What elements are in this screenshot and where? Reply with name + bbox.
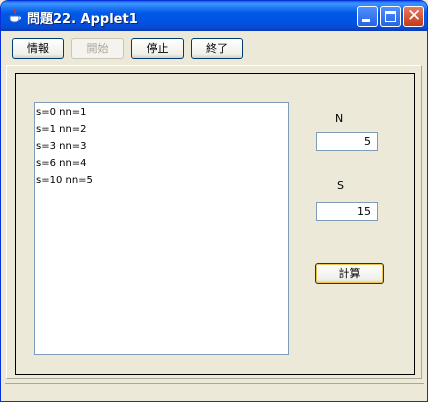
window-title: 問題22. Applet1 — [27, 12, 138, 27]
close-icon: ✕ — [407, 6, 422, 26]
stop-button[interactable]: 停止 — [131, 38, 184, 59]
start-button: 開始 — [71, 38, 124, 59]
output-line: s=6 nn=4 — [36, 158, 87, 169]
s-label: S — [337, 179, 344, 192]
maximize-button[interactable] — [380, 6, 401, 27]
maximize-icon — [385, 11, 396, 22]
output-line: s=0 nn=1 — [36, 107, 87, 118]
minimize-button[interactable] — [357, 6, 378, 27]
exit-button[interactable]: 終了 — [191, 38, 243, 59]
title-bar[interactable]: 問題22. Applet1 ✕ — [1, 1, 427, 31]
n-label: N — [335, 112, 344, 125]
close-button[interactable]: ✕ — [403, 6, 424, 27]
minimize-icon — [362, 19, 370, 22]
output-line: s=10 nn=5 — [36, 175, 93, 186]
s-output-field[interactable]: 15 — [316, 202, 378, 221]
n-input[interactable]: 5 — [316, 132, 378, 151]
output-textarea[interactable]: s=0 nn=1 s=1 nn=2 s=3 nn=3 s=6 nn=4 s=10… — [34, 102, 289, 355]
java-cup-icon — [9, 8, 21, 23]
output-line: s=3 nn=3 — [36, 141, 87, 152]
applet-window: 問題22. Applet1 ✕ 情報 開始 停止 終了 s=0 nn=1 s=1… — [0, 0, 428, 402]
calculate-button[interactable]: 計算 — [315, 263, 384, 284]
output-line: s=1 nn=2 — [36, 124, 87, 135]
status-bar — [5, 383, 424, 399]
info-button[interactable]: 情報 — [12, 38, 64, 59]
